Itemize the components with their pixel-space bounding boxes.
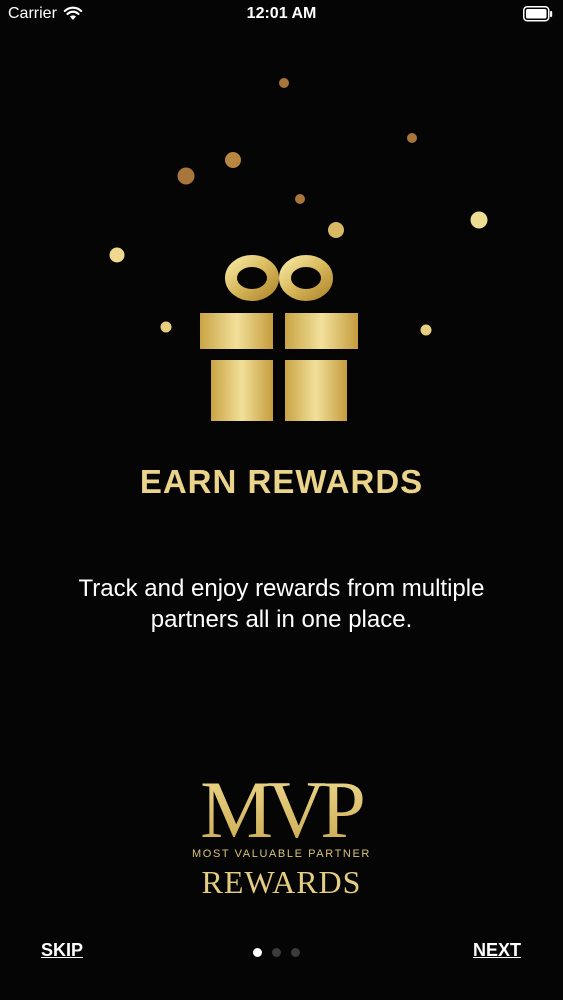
gift-icon [200,255,358,421]
clock: 12:01 AM [246,5,317,22]
gift-illustration [109,78,488,421]
page-dot-1[interactable] [253,948,262,957]
page-indicator [253,948,300,957]
mvp-monogram: MVP [200,764,363,855]
status-bar: Carrier 12:01 AM [0,0,563,30]
battery-icon [523,6,553,22]
page-dot-2[interactable] [272,948,281,957]
skip-button[interactable]: SKIP [41,940,83,961]
onboarding-navigation: SKIP NEXT [0,936,563,970]
onboarding-screen: Carrier 12:01 AM EARN REWARDS Track and … [0,0,563,1000]
onboarding-title: EARN REWARDS [139,463,424,500]
onboarding-description: Track and enjoy rewards from multiple pa… [78,575,485,633]
brand-tagline: MOST VALUABLE PARTNER [192,848,371,860]
brand-name: REWARDS [201,864,362,900]
page-dot-3[interactable] [291,948,300,957]
next-button[interactable]: NEXT [473,940,521,961]
